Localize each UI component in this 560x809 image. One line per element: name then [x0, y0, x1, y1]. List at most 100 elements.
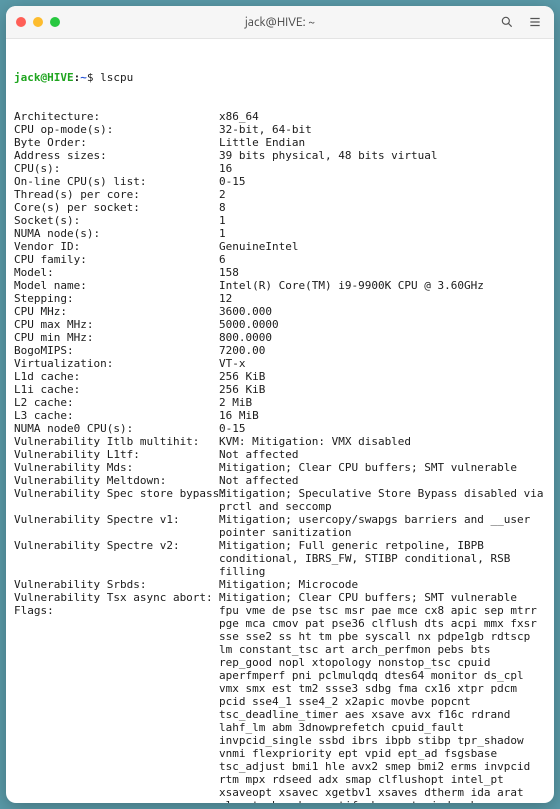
lscpu-row: Vulnerability L1tf:Not affected — [14, 448, 546, 461]
minimize-icon[interactable] — [33, 17, 43, 27]
lscpu-value: 800.0000 — [219, 331, 546, 344]
lscpu-label: Vulnerability Tsx async abort: — [14, 591, 219, 604]
lscpu-value: fpu vme de pse tsc msr pae mce cx8 apic … — [219, 604, 546, 803]
prompt-path: ~ — [80, 71, 87, 84]
lscpu-row: L3 cache:16 MiB — [14, 409, 546, 422]
menu-icon[interactable] — [528, 15, 542, 29]
lscpu-value: 16 MiB — [219, 409, 546, 422]
titlebar-tools — [500, 15, 554, 29]
lscpu-label: L1d cache: — [14, 370, 219, 383]
window-controls — [6, 17, 60, 27]
lscpu-value: 5000.0000 — [219, 318, 546, 331]
lscpu-row: CPU min MHz:800.0000 — [14, 331, 546, 344]
prompt-command: lscpu — [100, 71, 133, 84]
lscpu-value: Not affected — [219, 474, 546, 487]
prompt-user-host: jack@HIVE — [14, 71, 74, 84]
lscpu-label: CPU MHz: — [14, 305, 219, 318]
lscpu-label: Socket(s): — [14, 214, 219, 227]
lscpu-value: 158 — [219, 266, 546, 279]
lscpu-row: Vulnerability Mds:Mitigation; Clear CPU … — [14, 461, 546, 474]
lscpu-label: Architecture: — [14, 110, 219, 123]
lscpu-output: Architecture:x86_64CPU op-mode(s):32-bit… — [14, 110, 546, 803]
lscpu-value: x86_64 — [219, 110, 546, 123]
lscpu-value: 256 KiB — [219, 370, 546, 383]
lscpu-row: Core(s) per socket:8 — [14, 201, 546, 214]
prompt-line: jack@HIVE:~$ lscpu — [14, 71, 546, 84]
lscpu-row: Vulnerability Spectre v2:Mitigation; Ful… — [14, 539, 546, 578]
lscpu-row: Vulnerability Spec store bypass:Mitigati… — [14, 487, 546, 513]
lscpu-row: Byte Order:Little Endian — [14, 136, 546, 149]
prompt-dollar: $ — [87, 71, 94, 84]
lscpu-value: KVM: Mitigation: VMX disabled — [219, 435, 546, 448]
lscpu-row: BogoMIPS:7200.00 — [14, 344, 546, 357]
lscpu-label: Vulnerability Meltdown: — [14, 474, 219, 487]
lscpu-row: Vulnerability Spectre v1:Mitigation; use… — [14, 513, 546, 539]
lscpu-label: L3 cache: — [14, 409, 219, 422]
lscpu-value: 0-15 — [219, 175, 546, 188]
lscpu-row: CPU(s):16 — [14, 162, 546, 175]
lscpu-label: CPU min MHz: — [14, 331, 219, 344]
lscpu-label: Vulnerability Spec store bypass: — [14, 487, 219, 513]
titlebar: jack@HIVE: ~ — [6, 6, 554, 39]
window-title: jack@HIVE: ~ — [6, 16, 554, 29]
lscpu-label: BogoMIPS: — [14, 344, 219, 357]
lscpu-label: Stepping: — [14, 292, 219, 305]
lscpu-value: 16 — [219, 162, 546, 175]
lscpu-row: Vulnerability Itlb multihit:KVM: Mitigat… — [14, 435, 546, 448]
lscpu-row: Vulnerability Tsx async abort:Mitigation… — [14, 591, 546, 604]
lscpu-row: Socket(s):1 — [14, 214, 546, 227]
lscpu-value: Mitigation; Clear CPU buffers; SMT vulne… — [219, 591, 546, 604]
lscpu-row: CPU MHz:3600.000 — [14, 305, 546, 318]
lscpu-label: CPU family: — [14, 253, 219, 266]
lscpu-row: Address sizes:39 bits physical, 48 bits … — [14, 149, 546, 162]
lscpu-value: Mitigation; Clear CPU buffers; SMT vulne… — [219, 461, 546, 474]
lscpu-value: Mitigation; Microcode — [219, 578, 546, 591]
lscpu-label: Vulnerability Spectre v2: — [14, 539, 219, 578]
lscpu-row: Model name:Intel(R) Core(TM) i9-9900K CP… — [14, 279, 546, 292]
search-icon[interactable] — [500, 15, 514, 29]
lscpu-label: Virtualization: — [14, 357, 219, 370]
lscpu-row: L1i cache:256 KiB — [14, 383, 546, 396]
lscpu-label: CPU op-mode(s): — [14, 123, 219, 136]
lscpu-value: 7200.00 — [219, 344, 546, 357]
lscpu-label: Vulnerability L1tf: — [14, 448, 219, 461]
terminal-output[interactable]: jack@HIVE:~$ lscpu Architecture:x86_64CP… — [6, 39, 554, 803]
lscpu-value: 1 — [219, 227, 546, 240]
lscpu-label: NUMA node(s): — [14, 227, 219, 240]
close-icon[interactable] — [16, 17, 26, 27]
lscpu-label: Core(s) per socket: — [14, 201, 219, 214]
lscpu-label: NUMA node0 CPU(s): — [14, 422, 219, 435]
lscpu-value: 8 — [219, 201, 546, 214]
lscpu-value: 32-bit, 64-bit — [219, 123, 546, 136]
lscpu-row: Vulnerability Srbds:Mitigation; Microcod… — [14, 578, 546, 591]
lscpu-row: Flags:fpu vme de pse tsc msr pae mce cx8… — [14, 604, 546, 803]
lscpu-row: Stepping:12 — [14, 292, 546, 305]
lscpu-value: Intel(R) Core(TM) i9-9900K CPU @ 3.60GHz — [219, 279, 546, 292]
lscpu-label: Vulnerability Srbds: — [14, 578, 219, 591]
lscpu-value: Mitigation; Speculative Store Bypass dis… — [219, 487, 546, 513]
lscpu-label: CPU(s): — [14, 162, 219, 175]
lscpu-row: Thread(s) per core:2 — [14, 188, 546, 201]
lscpu-value: 0-15 — [219, 422, 546, 435]
lscpu-label: Vulnerability Spectre v1: — [14, 513, 219, 539]
lscpu-label: Byte Order: — [14, 136, 219, 149]
lscpu-value: 6 — [219, 253, 546, 266]
lscpu-row: Vulnerability Meltdown:Not affected — [14, 474, 546, 487]
lscpu-label: On-line CPU(s) list: — [14, 175, 219, 188]
lscpu-value: 1 — [219, 214, 546, 227]
lscpu-row: CPU max MHz:5000.0000 — [14, 318, 546, 331]
lscpu-value: Not affected — [219, 448, 546, 461]
lscpu-row: NUMA node0 CPU(s):0-15 — [14, 422, 546, 435]
lscpu-value: 256 KiB — [219, 383, 546, 396]
lscpu-row: Model:158 — [14, 266, 546, 279]
lscpu-label: L1i cache: — [14, 383, 219, 396]
maximize-icon[interactable] — [50, 17, 60, 27]
lscpu-label: Vulnerability Mds: — [14, 461, 219, 474]
lscpu-value: Little Endian — [219, 136, 546, 149]
lscpu-label: Flags: — [14, 604, 219, 803]
lscpu-label: Model name: — [14, 279, 219, 292]
lscpu-label: Vulnerability Itlb multihit: — [14, 435, 219, 448]
lscpu-label: Vendor ID: — [14, 240, 219, 253]
lscpu-row: L1d cache:256 KiB — [14, 370, 546, 383]
lscpu-value: 2 — [219, 188, 546, 201]
